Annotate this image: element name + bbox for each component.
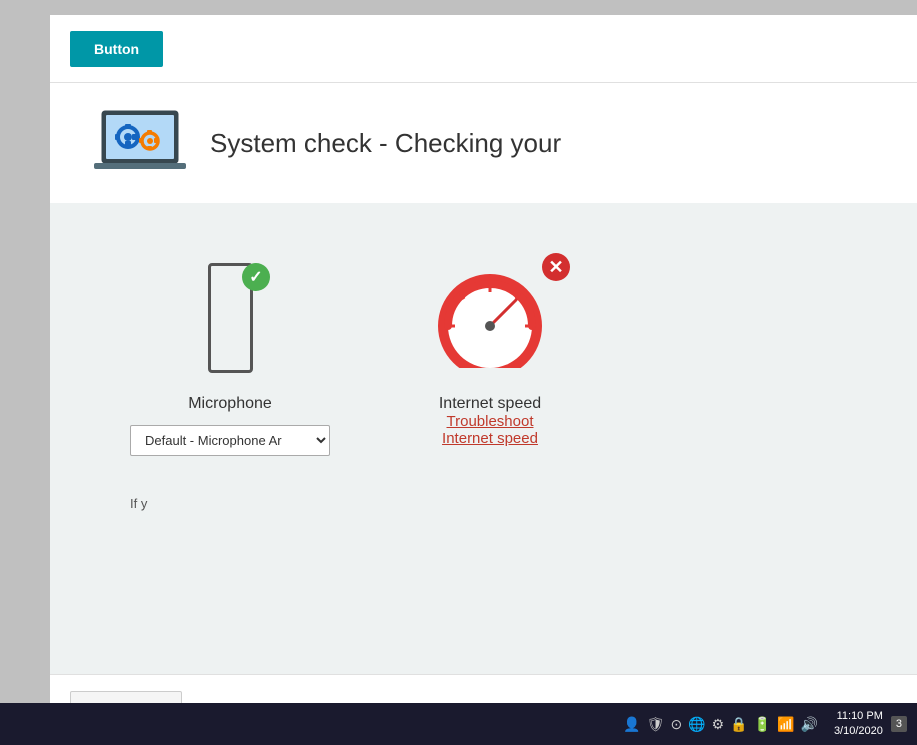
taskbar-globe-icon: 🌐 <box>688 716 705 733</box>
taskbar-battery-icon: 🔋 <box>754 716 771 733</box>
header-bar: Button <box>50 15 917 83</box>
note-text: If y <box>90 496 877 511</box>
troubleshoot-link[interactable]: Troubleshoot Internet speed <box>442 413 538 447</box>
hero-section: System check - Checking your <box>50 83 917 203</box>
taskbar-volume-icon: 🔊 <box>801 716 818 733</box>
internet-speed-label: Internet speed <box>439 395 541 413</box>
taskbar: 👤 🛡 ⊙ 🌐 ⚙ 🔒 🔋 📶 🔊 11:10 PM 3/10/2020 3 <box>0 703 917 745</box>
internet-speed-check: ✕ Internet speed Troubleshoot Internet s… <box>410 253 570 447</box>
check-area: ✓ Microphone Default - Microphone Ar <box>50 203 917 674</box>
taskbar-system-icons: 👤 🛡 ⊙ 🌐 ⚙ 🔒 🔋 📶 🔊 <box>623 716 818 733</box>
microphone-select[interactable]: Default - Microphone Ar <box>130 425 330 456</box>
taskbar-security-icon: 🔒 <box>730 716 747 733</box>
header-button[interactable]: Button <box>70 31 163 67</box>
checks-row: ✓ Microphone Default - Microphone Ar <box>90 233 877 476</box>
speedometer-icon <box>420 268 560 368</box>
internet-speed-error-badge: ✕ <box>542 253 570 281</box>
speed-icon-container: ✕ <box>410 253 570 383</box>
taskbar-notification-badge[interactable]: 3 <box>891 716 907 732</box>
taskbar-shield-icon: 🛡 <box>647 716 665 733</box>
taskbar-gear-icon: ⚙ <box>712 716 725 733</box>
taskbar-wifi-icon: 📶 <box>777 716 794 733</box>
taskbar-circle-icon: ⊙ <box>670 716 682 733</box>
microphone-check: ✓ Microphone Default - Microphone Ar <box>130 253 330 456</box>
microphone-icon-container: ✓ <box>190 253 270 383</box>
taskbar-people-icon: 👤 <box>623 716 640 733</box>
microphone-status-badge: ✓ <box>242 263 270 291</box>
taskbar-clock: 11:10 PM 3/10/2020 <box>834 709 883 740</box>
microphone-label: Microphone <box>188 395 272 413</box>
laptop-illustration <box>90 103 190 183</box>
page-title: System check - Checking your <box>210 128 561 159</box>
